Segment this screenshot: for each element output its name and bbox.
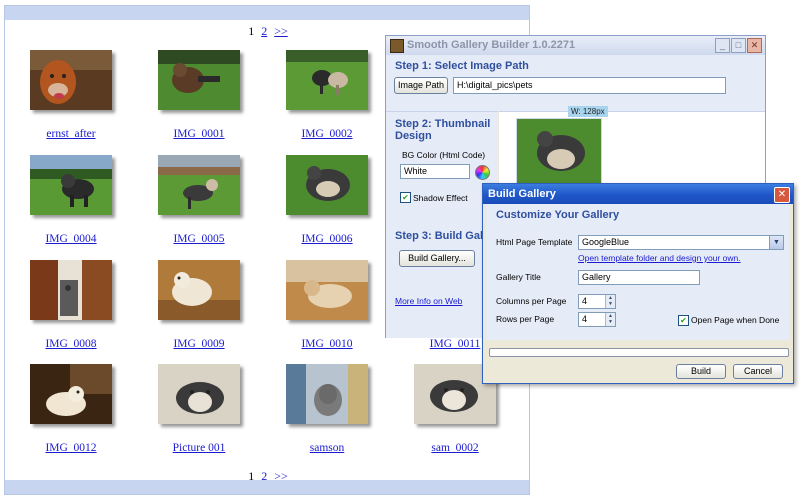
thumbnail-caption-link[interactable]: IMG_0010: [256, 338, 398, 350]
rows-label: Rows per Page: [496, 314, 555, 324]
shadow-effect-label: Shadow Effect: [413, 193, 468, 203]
thumbnail-caption-link[interactable]: IMG_0008: [0, 338, 142, 350]
template-folder-link[interactable]: Open template folder and design your own…: [578, 253, 741, 263]
header-band: [5, 6, 529, 20]
template-select-value: GoogleBlue: [582, 237, 630, 247]
minimize-icon[interactable]: _: [715, 38, 730, 53]
gallery-title-label: Gallery Title: [496, 272, 541, 282]
columns-value: 4: [582, 296, 588, 306]
bg-color-label: BG Color (Html Code): [402, 150, 486, 160]
close-icon[interactable]: ✕: [747, 38, 762, 53]
thumbnail-caption-link[interactable]: sam_0002: [384, 442, 526, 454]
footer-band: [5, 480, 529, 494]
color-picker-icon[interactable]: [475, 165, 490, 180]
thumbnail-caption-link[interactable]: IMG_0006: [256, 233, 398, 245]
dialog-titlebar[interactable]: Build Gallery ✕: [483, 184, 793, 204]
thumbnail-image[interactable]: [158, 50, 240, 110]
bg-color-field[interactable]: White: [400, 164, 470, 179]
open-when-done-checkbox[interactable]: ✔: [678, 315, 689, 326]
thumbnail-image[interactable]: [30, 50, 112, 110]
thumbnail-caption-link[interactable]: Picture 001: [128, 442, 270, 454]
template-label: Html Page Template: [496, 237, 573, 247]
builder-titlebar[interactable]: Smooth Gallery Builder 1.0.2271 _ □ ✕: [386, 36, 765, 56]
rows-value: 4: [582, 314, 588, 324]
columns-label: Columns per Page: [496, 296, 567, 306]
thumbnail-caption-link[interactable]: IMG_0004: [0, 233, 142, 245]
dialog-heading: Customize Your Gallery: [496, 209, 620, 221]
maximize-icon[interactable]: □: [731, 38, 746, 53]
thumbnail-image[interactable]: [30, 155, 112, 215]
pager-current: 1: [248, 24, 255, 38]
thumbnail-caption-link[interactable]: samson: [256, 442, 398, 454]
rows-stepper[interactable]: 4 ▲ ▼: [578, 312, 616, 327]
more-info-link[interactable]: More Info on Web: [395, 296, 462, 306]
thumbnail-caption-link[interactable]: IMG_0009: [128, 338, 270, 350]
build-progress-bar: [489, 348, 789, 357]
step1-panel: Step 1: Select Image Path Image Path H:\…: [386, 55, 765, 111]
thumbnail-image[interactable]: [286, 364, 368, 424]
dialog-close-icon[interactable]: ✕: [774, 187, 790, 203]
builder-title: Smooth Gallery Builder 1.0.2271: [407, 39, 576, 51]
cancel-button[interactable]: Cancel: [733, 364, 783, 379]
thumbnail-caption-link[interactable]: IMG_0012: [0, 442, 142, 454]
columns-stepper[interactable]: 4 ▲ ▼: [578, 294, 616, 309]
spinner-arrows-icon[interactable]: ▲ ▼: [605, 313, 615, 326]
chevron-down-icon[interactable]: ▼: [769, 236, 783, 249]
step1-heading: Step 1: Select Image Path: [395, 60, 529, 72]
thumbnail-caption-link[interactable]: IMG_0005: [128, 233, 270, 245]
step2-heading: Step 2: Thumbnail Design: [395, 118, 491, 142]
template-select[interactable]: GoogleBlue ▼: [578, 235, 784, 250]
dialog-title: Build Gallery: [488, 188, 556, 200]
thumbnail-image[interactable]: [286, 155, 368, 215]
build-gallery-dialog: Build Gallery ✕ Customize Your Gallery H…: [482, 183, 794, 384]
thumbnail-caption-link[interactable]: ernst_after: [0, 128, 142, 140]
thumbnail-image[interactable]: [158, 260, 240, 320]
thumbnail-caption-link[interactable]: IMG_0002: [256, 128, 398, 140]
spinner-arrows-icon[interactable]: ▲ ▼: [605, 295, 615, 308]
preview-width-badge: W: 128px: [568, 106, 608, 117]
thumbnail-image[interactable]: [158, 155, 240, 215]
gallery-title-input[interactable]: Gallery: [578, 270, 700, 285]
shadow-effect-checkbox[interactable]: ✔: [400, 192, 411, 203]
thumbnail-image[interactable]: [286, 50, 368, 110]
dialog-body: Customize Your Gallery Html Page Templat…: [486, 204, 790, 340]
thumbnail-caption-link[interactable]: IMG_0001: [128, 128, 270, 140]
image-path-button[interactable]: Image Path: [394, 77, 448, 94]
thumbnail-image[interactable]: [286, 260, 368, 320]
build-button[interactable]: Build: [676, 364, 726, 379]
image-path-field[interactable]: H:\digital_pics\pets: [453, 77, 726, 94]
build-gallery-button[interactable]: Build Gallery...: [399, 250, 475, 267]
thumbnail-image[interactable]: [158, 364, 240, 424]
open-when-done-label: Open Page when Done: [691, 315, 780, 325]
app-icon: [390, 39, 404, 53]
pager-page-2-link[interactable]: 2: [261, 24, 267, 38]
preview-image: [516, 118, 602, 184]
pager-next-link[interactable]: >>: [274, 24, 288, 38]
thumbnail-image[interactable]: [30, 364, 112, 424]
thumbnail-image[interactable]: [30, 260, 112, 320]
